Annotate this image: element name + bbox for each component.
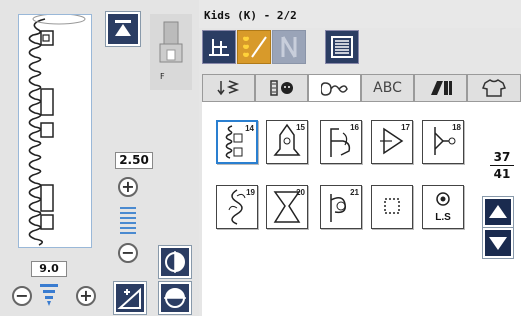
tab-utility[interactable] <box>202 74 255 102</box>
page-down-button[interactable] <box>483 228 513 258</box>
tab-quilt[interactable] <box>414 74 467 102</box>
category-decorative-button[interactable] <box>237 30 271 64</box>
utility-stitch-icon <box>209 39 229 56</box>
tab-decorative[interactable] <box>308 74 361 103</box>
tab-garment[interactable] <box>467 74 521 102</box>
buttonhole-tab-icon <box>269 80 293 96</box>
length-minus-button[interactable]: − <box>12 286 32 306</box>
stitch-number: 17 <box>401 123 410 132</box>
stitch-preview-pattern-icon <box>28 13 86 246</box>
stitch-empty-square[interactable] <box>371 185 413 229</box>
stitch-number: 21 <box>350 188 359 197</box>
stitch-number: 14 <box>245 124 254 133</box>
quilt-stitch-icon <box>281 36 297 58</box>
category-buttonhole-button[interactable] <box>325 30 359 64</box>
triangle-down-icon <box>489 237 507 250</box>
elongation-button[interactable] <box>114 282 146 314</box>
move-start-button[interactable] <box>106 12 140 46</box>
stitch-number: 19 <box>246 188 255 197</box>
buttonhole-icon <box>331 36 353 58</box>
category-utility-button[interactable] <box>202 30 236 64</box>
stitch-21[interactable]: 21 <box>320 185 362 229</box>
shirt-icon <box>482 79 506 97</box>
tab-alphabet-label: ABC <box>373 80 402 96</box>
page-counter: 37 41 <box>490 150 514 181</box>
page-divider <box>490 165 514 166</box>
stitch-tabs: ABC <box>202 74 521 103</box>
stitch-ls[interactable]: L.S <box>422 185 464 229</box>
width-bars-icon <box>120 207 136 237</box>
category-quilt-button[interactable] <box>272 30 306 64</box>
foot-label: F <box>160 72 165 81</box>
flip-button[interactable] <box>159 282 191 314</box>
tab-alphabet[interactable]: ABC <box>361 74 414 102</box>
mirror-button[interactable] <box>159 246 191 278</box>
length-plus-button[interactable]: + <box>76 286 96 306</box>
plus-icon: + <box>121 177 135 196</box>
stitch-number: 15 <box>296 123 305 132</box>
width-plus-button[interactable]: + <box>118 177 138 197</box>
stitch-number: 18 <box>452 123 461 132</box>
flip-icon <box>164 288 186 308</box>
elongation-icon <box>117 287 141 309</box>
width-minus-button[interactable]: − <box>118 243 138 263</box>
minus-icon: − <box>121 243 135 262</box>
stitch-preview <box>18 13 92 248</box>
page-title: Kids (K) - 2/2 <box>204 9 297 22</box>
arrow-stitch-icon <box>216 80 239 96</box>
tab-buttonhole[interactable] <box>255 74 308 102</box>
target-icon <box>436 192 450 206</box>
length-funnel-icon <box>40 284 58 306</box>
arrow-top-icon <box>115 20 131 36</box>
stitch-20[interactable]: 20 <box>266 185 308 229</box>
stitch-17[interactable]: 17 <box>371 120 413 164</box>
stitch-15[interactable]: 15 <box>266 120 308 164</box>
minus-icon: − <box>15 286 29 305</box>
stitch-18[interactable]: 18 <box>422 120 464 164</box>
mirror-icon <box>165 251 185 273</box>
plus-icon: + <box>79 286 93 305</box>
page-up-button[interactable] <box>483 197 513 227</box>
page-current: 37 <box>493 150 511 164</box>
stitch-16[interactable]: 16 <box>320 120 362 164</box>
stitch-19[interactable]: 19 <box>216 185 258 229</box>
stitch-length-value: 9.0 <box>31 261 67 277</box>
decorative-tab-icon <box>320 82 348 96</box>
dotted-square-icon <box>384 198 400 214</box>
triangle-up-icon <box>489 205 507 218</box>
presser-foot-icon <box>159 21 183 63</box>
ls-label: L.S <box>435 212 451 223</box>
decorative-stitch-icon <box>243 36 267 58</box>
quilt-tab-icon <box>430 81 452 95</box>
stitch-14[interactable]: 14 <box>216 120 258 164</box>
stitch-number: 16 <box>350 123 359 132</box>
stitch-width-value: 2.50 <box>115 152 153 169</box>
stitch-number: 20 <box>296 188 305 197</box>
presser-foot-indicator[interactable] <box>150 14 192 90</box>
page-total: 41 <box>493 167 511 181</box>
